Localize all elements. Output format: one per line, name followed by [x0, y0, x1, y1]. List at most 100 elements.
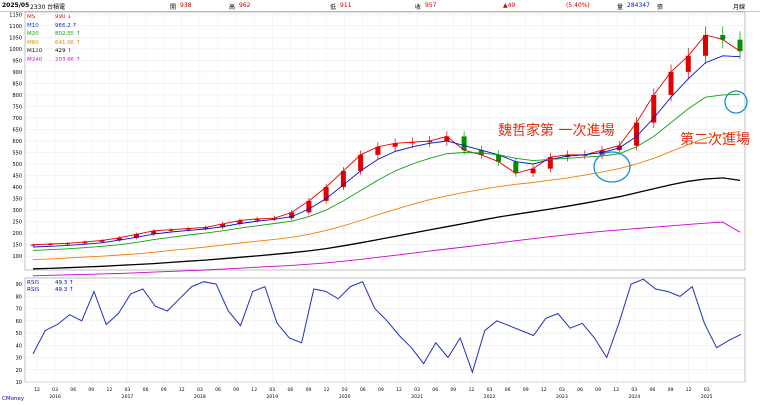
y-tick-label: 450: [12, 174, 22, 180]
x-month-label: 12: [324, 387, 330, 393]
y-tick-label: 500: [12, 162, 22, 168]
candle-body: [461, 136, 467, 151]
x-month-label: 06: [432, 387, 438, 393]
y-tick-label: 550: [12, 151, 22, 157]
rsi-tick-label: 80: [16, 294, 22, 300]
ma-line-m20: [32, 93, 741, 251]
x-year-label: 2019: [266, 394, 278, 400]
rsi-line: [32, 278, 742, 374]
price-chart: 100 150 200 250 30 03 50 400 450 500 550 600 650 700 7…: [9, 11, 750, 400]
y-tick-label: 1050: [9, 35, 22, 41]
x-month-label: 03: [342, 387, 348, 393]
x-month-label: 06: [649, 387, 655, 393]
x-month-label: 09: [378, 387, 384, 393]
brand-label: CMoney: [2, 396, 25, 402]
moving-average-lines: [32, 34, 741, 277]
y-tick-label: 750: [12, 104, 22, 110]
x-month-label: 06: [577, 387, 583, 393]
x-month-label: 03: [197, 387, 203, 393]
rsi-gridlines: [24, 277, 746, 383]
x-month-label: 03: [559, 387, 565, 393]
x-month-label: 03: [631, 387, 637, 393]
x-month-label: 03: [269, 387, 275, 393]
x-month-label: 09: [523, 387, 529, 393]
y-tick-label: 800: [12, 93, 22, 99]
x-year-label: 2023: [556, 394, 568, 400]
x-month-label: 12: [34, 387, 40, 393]
x-year-label: 2020: [339, 394, 351, 400]
x-axis: 12 03 06 09 12 03 06 09 12 03 06 09 12 03 06 09 12 03 06 09…: [34, 387, 713, 400]
x-year-label: 2018: [194, 394, 206, 400]
y-tick-label: 150: [12, 243, 22, 249]
x-month-label: 12: [396, 387, 402, 393]
x-month-label: 09: [233, 387, 239, 393]
candle-body: [737, 39, 743, 52]
x-month-label: 12: [613, 387, 619, 393]
rsi-tick-label: 20: [16, 368, 22, 374]
second-entry-annotation: 第二次進場: [680, 131, 750, 148]
ma-line-ms: [32, 34, 741, 246]
x-year-label: 2022: [484, 394, 496, 400]
x-year-label: 2016: [49, 394, 61, 400]
x-year-label: 2024: [628, 394, 640, 400]
x-month-label: 12: [686, 387, 692, 393]
y-tick-label: 900: [12, 70, 22, 76]
main-y-axis: 100 150 200 250 300 350 400 450 500 550 600 650 700 7…: [9, 12, 22, 260]
rsi-tick-label: 90: [16, 282, 22, 288]
first-entry-annotation: 魏哲家第 一次進場: [498, 122, 614, 139]
x-month-label: 03: [52, 387, 58, 393]
x-month-label: 06: [215, 387, 221, 393]
x-month-label: 12: [468, 387, 474, 393]
y-tick-label: 250: [12, 220, 22, 226]
ma-line-m120: [32, 177, 741, 270]
rsi-tick-label: 10: [16, 380, 22, 386]
y-tick-label: 1150: [9, 12, 22, 18]
candle-body: [685, 55, 691, 72]
rsi-tick-label: 40: [16, 343, 22, 349]
y-tick-label: 100: [12, 254, 22, 260]
x-month-label: 06: [143, 387, 149, 393]
x-year-label: 2025: [701, 394, 713, 400]
y-tick-label: 700: [12, 116, 22, 122]
x-year-label: 2021: [411, 394, 423, 400]
x-month-label: 09: [450, 387, 456, 393]
x-year-label: 2017: [122, 394, 134, 400]
y-tick-label: 1100: [9, 24, 22, 30]
rsi-tick-label: 70: [16, 307, 22, 313]
ma-line-m10: [32, 55, 741, 248]
x-month-label: 06: [287, 387, 293, 393]
y-tick-label: 600: [12, 139, 22, 145]
ma-line-m240: [32, 221, 741, 277]
x-month-label: 12: [179, 387, 185, 393]
y-tick-label: 350: [12, 197, 22, 203]
x-month-label: 12: [106, 387, 112, 393]
x-month-label: 03: [414, 387, 420, 393]
candle-body: [668, 71, 674, 95]
rsi-y-axis: 10 20 30 40 50 60 70 80 90: [16, 282, 22, 386]
y-tick-label: 650: [12, 127, 22, 133]
x-month-label: 09: [306, 387, 312, 393]
x-month-label: 09: [668, 387, 674, 393]
y-tick-label: 850: [12, 81, 22, 87]
annotations: 魏哲家第 一次進場第二次進場: [498, 90, 750, 183]
x-month-label: 09: [595, 387, 601, 393]
x-month-label: 09: [161, 387, 167, 393]
candle-body: [513, 161, 519, 174]
x-month-label: 06: [360, 387, 366, 393]
rsi-tick-label: 60: [16, 319, 22, 325]
x-month-label: 12: [541, 387, 547, 393]
candle-body: [358, 154, 364, 171]
rsi-tick-label: 30: [16, 356, 22, 362]
rsi-tick-label: 50: [16, 331, 22, 337]
x-month-label: 03: [125, 387, 131, 393]
x-month-label: 12: [251, 387, 257, 393]
x-month-label: 03: [487, 387, 493, 393]
y-tick-label: 400: [12, 185, 22, 191]
x-month-label: 06: [505, 387, 511, 393]
y-tick-label: 950: [12, 58, 22, 64]
ma-line-m60: [32, 131, 741, 261]
x-month-label: 03: [704, 387, 710, 393]
y-tick-label: 200: [12, 231, 22, 237]
y-tick-label: 1000: [9, 47, 22, 53]
rsi-plot-frame: [24, 277, 746, 383]
